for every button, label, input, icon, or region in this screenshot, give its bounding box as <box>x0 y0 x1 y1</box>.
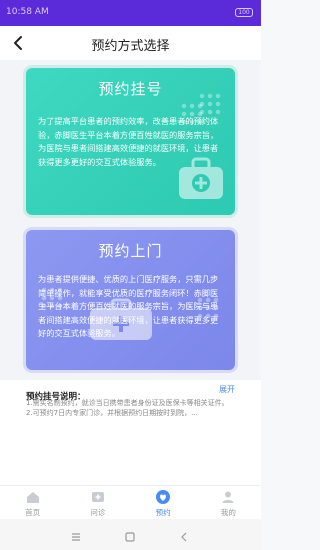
tab-label: 预约 <box>155 508 171 517</box>
card-title: 预约上门 <box>98 242 163 260</box>
card-description: 为患者提供便捷、优质的上门医疗服务，只需几步简单操作，就能享受优质的医疗服务闭环… <box>38 274 219 338</box>
status-time: 10:58 AM <box>6 7 49 17</box>
tab-consult[interactable]: 问诊 <box>65 486 130 519</box>
home-icon <box>26 492 39 503</box>
home-button-icon[interactable] <box>124 528 136 547</box>
back-button-icon[interactable] <box>178 528 190 547</box>
battery-icon: 100 <box>235 8 253 17</box>
tab-label: 首页 <box>25 508 41 517</box>
home-visit-card[interactable]: 预约上门 为患者提供便捷、优质的上门医疗服务，只需几步简单操作，就能享受优质的医… <box>26 230 235 370</box>
profile-icon <box>222 491 234 503</box>
instruction-line: 2.可预约7日内专家门诊，并根据预约日期按时到院，... <box>26 409 198 417</box>
expand-link[interactable]: 展开 <box>219 384 235 395</box>
menu-icon[interactable] <box>70 528 82 547</box>
appointment-registration-card[interactable]: 预约挂号 为了提高平台患者的预约效率，改善患者的预约体验，赤脚医生平台本着方便百… <box>26 68 235 215</box>
tab-appointment[interactable]: 预约 <box>131 486 196 519</box>
status-bar: 10:58 AM 100 <box>0 0 261 26</box>
appointment-icon <box>156 490 171 504</box>
bottom-tab-bar: 首页 问诊 预约 我的 <box>0 485 261 519</box>
tab-label: 问诊 <box>90 508 106 517</box>
tab-home[interactable]: 首页 <box>0 486 65 519</box>
system-navigation-bar <box>0 519 261 550</box>
nav-bar: 预约方式选择 <box>0 26 261 60</box>
tab-label: 我的 <box>220 508 236 517</box>
page-title: 预约方式选择 <box>91 39 170 54</box>
consult-icon <box>91 492 104 502</box>
tab-profile[interactable]: 我的 <box>196 486 261 519</box>
appointment-instructions: 预约挂号说明： 展开 1.需实名制预约，就诊当日携带患者身份证及医保卡等相关证件… <box>0 380 261 485</box>
card-title: 预约挂号 <box>98 80 163 98</box>
instructions-title: 预约挂号说明： <box>26 392 86 402</box>
card-description: 为了提高平台患者的预约效率，改善患者的预约体验，赤脚医生平台本着方便百姓就医的服… <box>38 116 219 167</box>
